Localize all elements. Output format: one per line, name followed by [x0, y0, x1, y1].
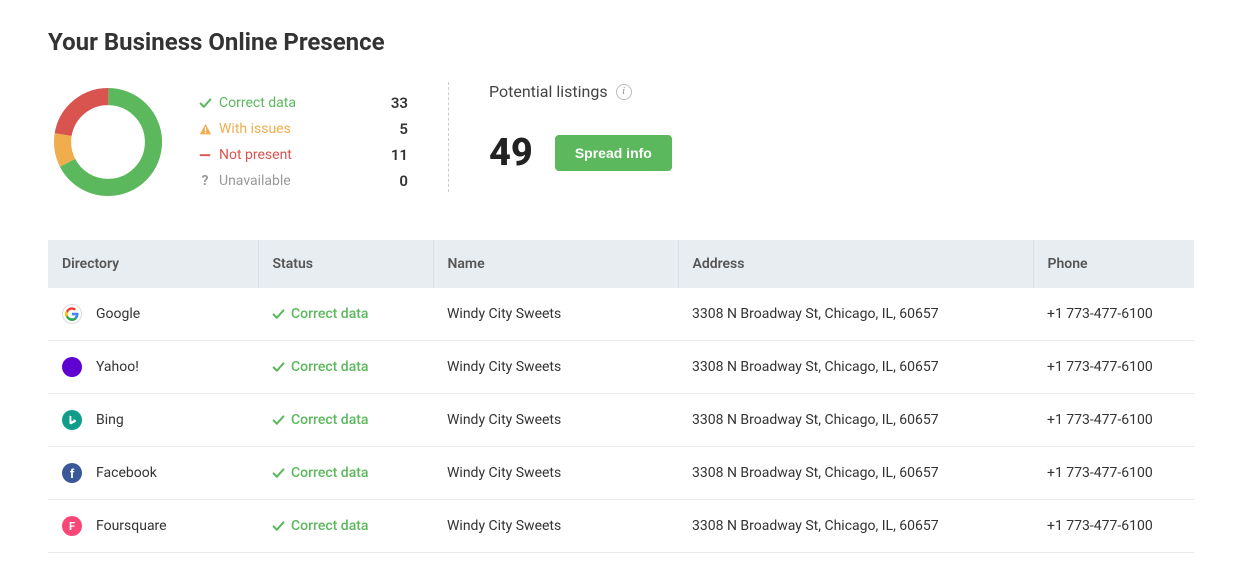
table-row[interactable]: f Facebook Correct data Windy City Sweets33…	[48, 447, 1194, 500]
yahoo-icon	[62, 357, 82, 377]
status-cell: Correct data	[272, 306, 419, 322]
facebook-icon: f	[62, 463, 82, 483]
summary-section: Correct data 33 With issues 5	[48, 82, 1194, 202]
table-row[interactable]: Yahoo! Correct data Windy City Sweets3308 …	[48, 341, 1194, 394]
warning-icon	[198, 123, 212, 136]
legend-label: Correct data	[219, 95, 296, 111]
dash-icon	[198, 149, 212, 161]
business-phone: +1 773-477-6100	[1033, 394, 1194, 447]
legend-row-unavailable: ? Unavailable 0	[198, 168, 408, 194]
legend-row-issues: With issues 5	[198, 116, 408, 142]
col-header-directory[interactable]: Directory	[48, 240, 258, 288]
legend-label: Unavailable	[219, 173, 291, 189]
legend: Correct data 33 With issues 5	[198, 90, 408, 194]
business-name: Windy City Sweets	[433, 447, 678, 500]
table-row[interactable]: F Foursquare Correct data Windy City Sweets…	[48, 500, 1194, 553]
google-icon	[62, 304, 82, 324]
info-icon[interactable]: i	[616, 84, 632, 100]
status-cell: Correct data	[272, 465, 419, 481]
business-name: Windy City Sweets	[433, 394, 678, 447]
legend-value: 5	[399, 120, 408, 138]
check-icon	[272, 414, 285, 427]
directory-name: Facebook	[96, 465, 157, 481]
status-cell: Correct data	[272, 359, 419, 375]
legend-value: 33	[391, 94, 408, 112]
legend-value: 11	[391, 146, 408, 164]
directory-name: Google	[96, 306, 140, 322]
donut-legend-group: Correct data 33 With issues 5	[48, 82, 408, 202]
table-body: GoogleCorrect dataWindy City Sweets3308 …	[48, 288, 1194, 553]
col-header-status[interactable]: Status	[258, 240, 433, 288]
table-row[interactable]: Bing Correct data Windy City Sweets3308 N …	[48, 394, 1194, 447]
directory-name: Bing	[96, 412, 124, 428]
foursquare-icon: F	[62, 516, 82, 536]
status-cell: Correct data	[272, 518, 419, 534]
business-address: 3308 N Broadway St, Chicago, IL, 60657	[678, 341, 1033, 394]
business-address: 3308 N Broadway St, Chicago, IL, 60657	[678, 394, 1033, 447]
col-header-phone[interactable]: Phone	[1033, 240, 1194, 288]
donut-chart	[48, 82, 168, 202]
business-phone: +1 773-477-6100	[1033, 341, 1194, 394]
vertical-divider	[448, 82, 449, 192]
check-icon	[272, 361, 285, 374]
legend-label: With issues	[219, 121, 291, 137]
business-phone: +1 773-477-6100	[1033, 288, 1194, 341]
spread-info-button[interactable]: Spread info	[555, 135, 672, 171]
listings-table: Directory Status Name Address Phone Goog…	[48, 240, 1194, 553]
potential-listings: Potential listings i 49 Spread info	[489, 82, 672, 175]
legend-row-correct: Correct data 33	[198, 90, 408, 116]
check-icon	[198, 97, 212, 110]
legend-row-notpresent: Not present 11	[198, 142, 408, 168]
page-title: Your Business Online Presence	[48, 28, 1194, 56]
bing-icon	[62, 410, 82, 430]
business-name: Windy City Sweets	[433, 500, 678, 553]
business-address: 3308 N Broadway St, Chicago, IL, 60657	[678, 500, 1033, 553]
check-icon	[272, 520, 285, 533]
col-header-name[interactable]: Name	[433, 240, 678, 288]
col-header-address[interactable]: Address	[678, 240, 1033, 288]
business-name: Windy City Sweets	[433, 341, 678, 394]
business-address: 3308 N Broadway St, Chicago, IL, 60657	[678, 288, 1033, 341]
check-icon	[272, 308, 285, 321]
business-phone: +1 773-477-6100	[1033, 500, 1194, 553]
business-address: 3308 N Broadway St, Chicago, IL, 60657	[678, 447, 1033, 500]
check-icon	[272, 467, 285, 480]
question-icon: ?	[198, 173, 212, 189]
legend-value: 0	[399, 172, 408, 190]
legend-label: Not present	[219, 147, 292, 163]
potential-count: 49	[489, 131, 533, 175]
directory-name: Yahoo!	[96, 359, 139, 375]
potential-label: Potential listings	[489, 82, 608, 101]
table-row[interactable]: Google Correct data Windy City Sweets3308 …	[48, 288, 1194, 341]
business-name: Windy City Sweets	[433, 288, 678, 341]
potential-header: Potential listings i	[489, 82, 672, 101]
status-cell: Correct data	[272, 412, 419, 428]
directory-name: Foursquare	[96, 518, 167, 534]
business-phone: +1 773-477-6100	[1033, 447, 1194, 500]
